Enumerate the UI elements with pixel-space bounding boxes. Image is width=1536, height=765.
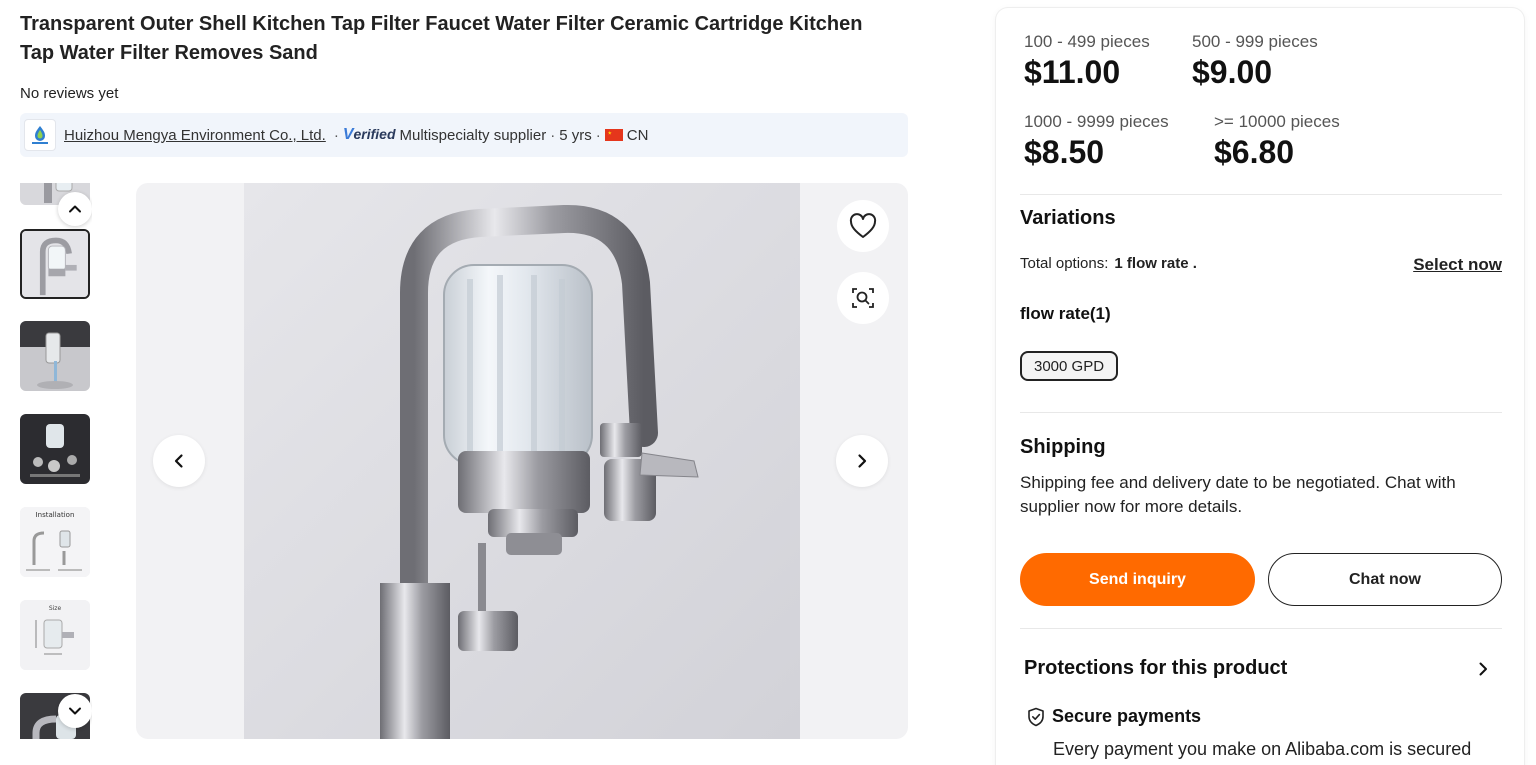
price-tier: 500 - 999 pieces $9.00	[1192, 32, 1318, 91]
chevron-right-icon	[1479, 662, 1487, 676]
image-search-button[interactable]	[837, 272, 889, 324]
divider	[1020, 194, 1502, 195]
product-photo[interactable]	[244, 183, 800, 739]
chevron-up-icon	[69, 205, 81, 213]
separator: ·	[333, 126, 339, 144]
thumb-scroll-down-button[interactable]	[58, 694, 92, 728]
favorite-button[interactable]	[837, 200, 889, 252]
total-options-label: Total options:	[1020, 255, 1109, 272]
tier-range: 100 - 499 pieces	[1024, 32, 1150, 51]
thumb-parts-exploded[interactable]	[20, 414, 90, 484]
supplier-bar: Huizhou Mengya Environment Co., Ltd. · V…	[20, 113, 908, 157]
tier-range: >= 10000 pieces	[1214, 112, 1340, 131]
variations-heading: Variations	[1020, 207, 1116, 229]
prev-image-button[interactable]	[153, 435, 205, 487]
main-image-viewer	[136, 183, 908, 739]
thumb-faucet-closeup[interactable]	[20, 229, 90, 299]
thumb-scroll-up-button[interactable]	[58, 192, 92, 226]
flow-rate-label: flow rate(1)	[1020, 304, 1111, 323]
separator: ·	[550, 126, 556, 144]
purchase-panel: 100 - 499 pieces $11.00 500 - 999 pieces…	[996, 8, 1524, 765]
supplier-country: CN	[626, 126, 649, 144]
divider	[1020, 412, 1502, 413]
protections-expand-button[interactable]	[1472, 658, 1494, 680]
tier-range: 1000 - 9999 pieces	[1024, 112, 1169, 131]
verified-check-icon: V	[342, 126, 354, 143]
image-search-icon	[852, 288, 874, 308]
thumb-size[interactable]: Size	[20, 600, 90, 670]
shield-check-icon	[1026, 707, 1046, 727]
mengya-logo-icon[interactable]	[24, 119, 56, 151]
svg-text:Size: Size	[49, 605, 62, 612]
heart-icon	[849, 213, 877, 238]
divider	[1020, 628, 1502, 629]
supplier-type: Multispecialty supplier	[399, 126, 547, 144]
tier-price: $9.00	[1192, 54, 1273, 90]
supplier-years: 5 yrs	[559, 126, 592, 144]
shipping-heading: Shipping	[1020, 436, 1106, 458]
chevron-left-icon	[174, 454, 183, 468]
price-tier: >= 10000 pieces $6.80	[1214, 112, 1340, 171]
reviews-status: No reviews yet	[20, 85, 119, 102]
price-tier: 1000 - 9999 pieces $8.50	[1024, 112, 1169, 171]
secure-payments-title: Secure payments	[1052, 706, 1202, 726]
chat-now-button[interactable]: Chat now	[1268, 553, 1502, 606]
protections-heading[interactable]: Protections for this product	[1024, 657, 1287, 680]
svg-text:Installation: Installation	[36, 511, 75, 519]
verified-badge[interactable]: Verified	[343, 126, 396, 144]
separator: ·	[595, 126, 601, 144]
verified-label: erified	[353, 126, 396, 142]
tier-price: $6.80	[1214, 134, 1295, 170]
tier-range: 500 - 999 pieces	[1192, 32, 1318, 51]
next-image-button[interactable]	[836, 435, 888, 487]
shipping-text: Shipping fee and delivery date to be neg…	[1020, 473, 1456, 516]
product-title: Transparent Outer Shell Kitchen Tap Filt…	[20, 13, 863, 64]
tier-price: $11.00	[1024, 54, 1121, 90]
secure-payments-row: Secure payments	[1026, 706, 1201, 727]
secure-payments-description: Every payment you make on Alibaba.com is…	[1053, 739, 1472, 759]
thumb-sink-dark[interactable]	[20, 321, 90, 391]
total-options-value: 1 flow rate .	[1114, 255, 1197, 272]
thumb-installation[interactable]: Installation	[20, 507, 90, 577]
chevron-right-icon	[858, 454, 867, 468]
price-tier: 100 - 499 pieces $11.00	[1024, 32, 1150, 91]
supplier-name-link[interactable]: Huizhou Mengya Environment Co., Ltd.	[64, 127, 326, 144]
thumbnail-strip: Installation Size	[20, 183, 92, 739]
china-flag-icon	[604, 129, 623, 141]
total-options: Total options: 1 flow rate .	[1020, 255, 1197, 272]
send-inquiry-button[interactable]: Send inquiry	[1020, 553, 1255, 606]
option-chip-3000-gpd[interactable]: 3000 GPD	[1020, 351, 1119, 381]
select-now-link[interactable]: Select now	[1413, 255, 1502, 275]
tier-price: $8.50	[1024, 134, 1105, 170]
chevron-down-icon	[69, 707, 81, 715]
